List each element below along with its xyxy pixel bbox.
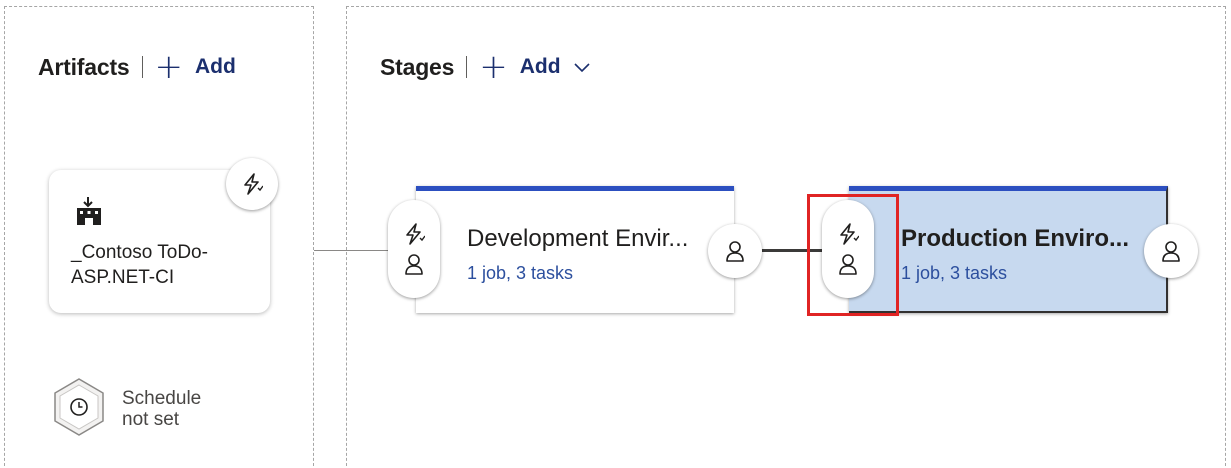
highlight-box	[807, 194, 899, 316]
chevron-down-icon	[573, 63, 590, 73]
continuous-deployment-trigger-button[interactable]	[226, 158, 278, 210]
schedule-status: Schedule not set	[122, 388, 201, 430]
stages-header: Stages + Add	[380, 50, 591, 84]
add-artifact-label: Add	[195, 55, 236, 78]
add-stage-label: Add	[519, 55, 561, 78]
artifact-name-line1: _Contoso ToDo-	[71, 242, 208, 263]
artifacts-header: Artifacts + Add	[38, 50, 236, 84]
artifact-name-line2: ASP.NET-CI	[71, 267, 175, 288]
stage-card-development[interactable]: Development Envir... 1 job, 3 tasks	[416, 186, 734, 313]
schedule-line2: not set	[122, 409, 180, 430]
artifact-name: _Contoso ToDo- ASP.NET-CI	[71, 240, 241, 290]
add-artifact-button[interactable]: + Add	[154, 47, 236, 87]
plus-icon: +	[154, 47, 184, 87]
stage-name: Production Enviro...	[901, 225, 1130, 252]
pre-deployment-conditions-development[interactable]	[388, 200, 440, 298]
person-icon	[1162, 241, 1180, 262]
build-artifact-icon	[77, 197, 101, 225]
stage-summary[interactable]: 1 job, 3 tasks	[901, 263, 1007, 284]
artifacts-title: Artifacts	[38, 53, 130, 80]
header-divider	[466, 56, 468, 78]
post-deployment-conditions-production[interactable]	[1144, 224, 1198, 278]
stages-title: Stages	[380, 53, 455, 80]
post-deployment-conditions-development[interactable]	[708, 224, 762, 278]
stage-summary[interactable]: 1 job, 3 tasks	[467, 263, 573, 284]
header-divider	[141, 56, 143, 78]
stage-name: Development Envir...	[467, 225, 689, 252]
plus-icon: +	[479, 47, 508, 87]
lightning-icon	[244, 173, 263, 195]
schedule-line1: Schedule	[122, 388, 202, 409]
schedule-button[interactable]	[53, 377, 105, 437]
lightning-icon	[406, 223, 425, 245]
person-icon	[405, 254, 423, 275]
add-stage-button[interactable]: + Add	[479, 47, 590, 87]
person-icon	[726, 241, 744, 262]
